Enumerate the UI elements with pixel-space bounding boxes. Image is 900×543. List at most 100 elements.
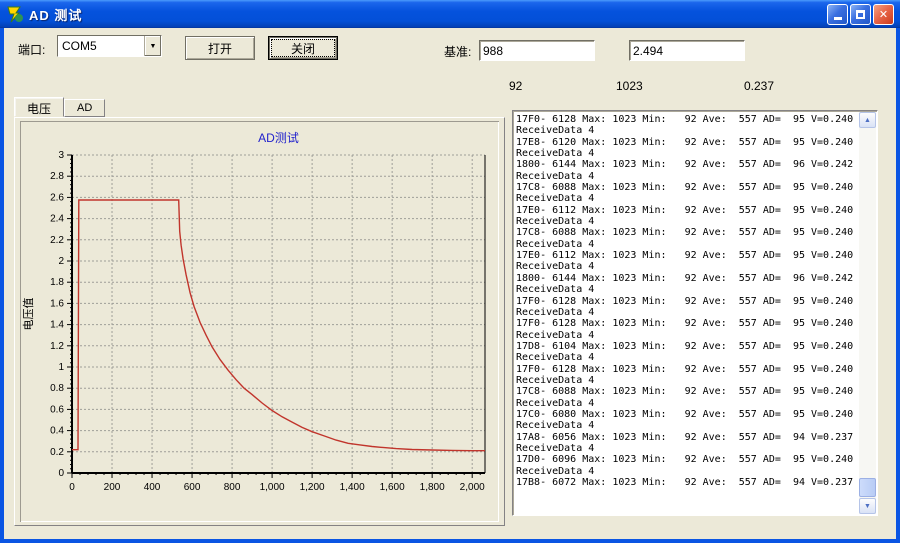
svg-text:1,400: 1,400	[340, 482, 365, 493]
app-window: AD 测试 ✕ 端口: COM5 ▼ 打开 关闭 基准: 92 1023 0.2…	[0, 0, 900, 543]
log-line: 17C8- 6088 Max: 1023 Min: 92 Ave: 557 AD…	[516, 386, 857, 397]
scroll-up-button[interactable]: ▲	[859, 112, 876, 128]
log-line: 17A8- 6056 Max: 1023 Min: 92 Ave: 557 AD…	[516, 432, 857, 443]
log-line: ReceiveData 4	[516, 352, 857, 363]
svg-text:0.6: 0.6	[50, 404, 64, 415]
scroll-down-icon: ▼	[864, 503, 871, 510]
port-combobox-value: COM5	[58, 36, 144, 56]
tab-page-voltage: 0 200 400 600 800 1,000 1,200 1,400 1,600 1,800 2,…	[14, 117, 505, 526]
svg-text:600: 600	[184, 482, 201, 493]
log-line: ReceiveData 4	[516, 375, 857, 386]
svg-text:2.2: 2.2	[50, 235, 64, 246]
svg-text:1.6: 1.6	[50, 298, 64, 309]
stat-voltage: 0.237	[744, 79, 774, 93]
svg-text:0.2: 0.2	[50, 447, 64, 458]
stat-max: 1023	[616, 79, 643, 93]
window-title: AD 测试	[29, 5, 82, 24]
scroll-down-button[interactable]: ▼	[859, 498, 876, 514]
close-button[interactable]: ✕	[873, 4, 894, 25]
log-line: 17F0- 6128 Max: 1023 Min: 92 Ave: 557 AD…	[516, 296, 857, 307]
tab-strip: 电压 AD	[14, 97, 105, 117]
svg-text:1.8: 1.8	[50, 277, 64, 288]
svg-text:1,200: 1,200	[300, 482, 325, 493]
tab-voltage[interactable]: 电压	[14, 97, 64, 117]
log-line: ReceiveData 4	[516, 261, 857, 272]
log-line: ReceiveData 4	[516, 307, 857, 318]
svg-text:2.8: 2.8	[50, 171, 64, 182]
log-scrollbar[interactable]: ▲ ▼	[859, 112, 876, 514]
log-line: 17D0- 6096 Max: 1023 Min: 92 Ave: 557 AD…	[516, 454, 857, 465]
svg-text:1.2: 1.2	[50, 341, 64, 352]
port-label: 端口:	[18, 41, 45, 58]
chevron-down-icon: ▼	[150, 43, 157, 50]
log-line: 17E0- 6112 Max: 1023 Min: 92 Ave: 557 AD…	[516, 205, 857, 216]
log-line: 17F0- 6128 Max: 1023 Min: 92 Ave: 557 AD…	[516, 364, 857, 375]
log-line: 17F0- 6128 Max: 1023 Min: 92 Ave: 557 AD…	[516, 318, 857, 329]
reference-label: 基准:	[444, 43, 471, 60]
close-icon: ✕	[879, 8, 888, 21]
svg-text:400: 400	[144, 482, 161, 493]
svg-text:200: 200	[104, 482, 121, 493]
titlebar: AD 测试 ✕	[0, 0, 900, 28]
log-line: 17E8- 6120 Max: 1023 Min: 92 Ave: 557 AD…	[516, 137, 857, 148]
log-line: ReceiveData 4	[516, 398, 857, 409]
log-line: 17C8- 6088 Max: 1023 Min: 92 Ave: 557 AD…	[516, 182, 857, 193]
svg-text:2: 2	[58, 256, 64, 267]
stat-min: 92	[509, 79, 522, 93]
log-line: ReceiveData 4	[516, 443, 857, 454]
svg-text:1.4: 1.4	[50, 320, 64, 331]
reference-input-1[interactable]	[479, 40, 595, 61]
log-line: 1800- 6144 Max: 1023 Min: 92 Ave: 557 AD…	[516, 159, 857, 170]
log-line: ReceiveData 4	[516, 148, 857, 159]
reference-input-2[interactable]	[629, 40, 745, 61]
scroll-up-icon: ▲	[864, 117, 871, 124]
log-line: ReceiveData 4	[516, 171, 857, 182]
tab-ad[interactable]: AD	[64, 99, 105, 117]
log-line: ReceiveData 4	[516, 239, 857, 250]
log-line: ReceiveData 4	[516, 284, 857, 295]
log-line: ReceiveData 4	[516, 330, 857, 341]
svg-text:2.6: 2.6	[50, 192, 64, 203]
log-lines: 17F0- 6128 Max: 1023 Min: 92 Ave: 557 AD…	[516, 114, 857, 513]
port-combobox[interactable]: COM5 ▼	[57, 35, 162, 57]
app-icon	[6, 5, 24, 23]
minimize-icon	[834, 17, 842, 20]
chart-panel: 0 200 400 600 800 1,000 1,200 1,400 1,600 1,800 2,…	[20, 121, 499, 522]
scroll-thumb[interactable]	[859, 478, 876, 497]
log-line: ReceiveData 4	[516, 125, 857, 136]
svg-text:0.8: 0.8	[50, 383, 64, 394]
log-line: ReceiveData 4	[516, 193, 857, 204]
minimize-button[interactable]	[827, 4, 848, 25]
svg-text:1,600: 1,600	[380, 482, 405, 493]
voltage-chart: 0 200 400 600 800 1,000 1,200 1,400 1,600 1,800 2,…	[20, 121, 499, 522]
svg-text:电压值: 电压值	[22, 298, 35, 331]
svg-text:3: 3	[58, 150, 64, 161]
log-line: ReceiveData 4	[516, 216, 857, 227]
port-combobox-dropdown-button[interactable]: ▼	[144, 36, 161, 56]
log-line: 17F0- 6128 Max: 1023 Min: 92 Ave: 557 AD…	[516, 114, 857, 125]
svg-text:2.4: 2.4	[50, 214, 64, 225]
close-serial-button[interactable]: 关闭	[268, 36, 338, 60]
log-line: 17E0- 6112 Max: 1023 Min: 92 Ave: 557 AD…	[516, 250, 857, 261]
maximize-button[interactable]	[850, 4, 871, 25]
open-button[interactable]: 打开	[185, 36, 255, 60]
svg-text:0.4: 0.4	[50, 426, 64, 437]
log-line: 1800- 6144 Max: 1023 Min: 92 Ave: 557 AD…	[516, 273, 857, 284]
svg-text:1,000: 1,000	[260, 482, 285, 493]
svg-text:1,800: 1,800	[420, 482, 445, 493]
maximize-icon	[856, 10, 865, 19]
svg-text:0: 0	[58, 468, 64, 479]
log-panel[interactable]: 17F0- 6128 Max: 1023 Min: 92 Ave: 557 AD…	[512, 110, 878, 516]
svg-text:0: 0	[69, 482, 75, 493]
log-line: ReceiveData 4	[516, 420, 857, 431]
log-line: ReceiveData 4	[516, 466, 857, 477]
log-line: 17B8- 6072 Max: 1023 Min: 92 Ave: 557 AD…	[516, 477, 857, 488]
svg-text:2,000: 2,000	[460, 482, 485, 493]
svg-text:1: 1	[58, 362, 64, 373]
log-line: 17D8- 6104 Max: 1023 Min: 92 Ave: 557 AD…	[516, 341, 857, 352]
client-area: 端口: COM5 ▼ 打开 关闭 基准: 92 1023 0.237 电压 AD…	[4, 28, 896, 539]
log-line: 17C8- 6088 Max: 1023 Min: 92 Ave: 557 AD…	[516, 227, 857, 238]
svg-text:AD测试: AD测试	[258, 130, 299, 145]
svg-text:800: 800	[224, 482, 241, 493]
log-line: 17C0- 6080 Max: 1023 Min: 92 Ave: 557 AD…	[516, 409, 857, 420]
